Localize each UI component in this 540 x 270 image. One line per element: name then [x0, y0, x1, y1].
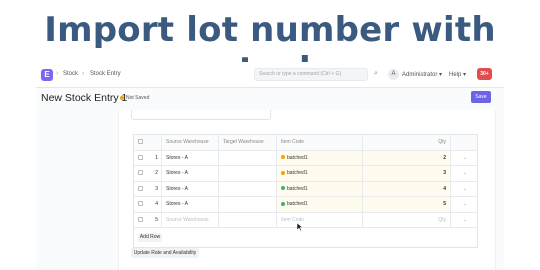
chevron-down-icon[interactable]: ⌄: [450, 212, 479, 227]
add-row-button[interactable]: Add Row: [138, 233, 162, 242]
qty-cell[interactable]: 5: [362, 197, 450, 212]
item-code-cell[interactable]: batched1: [276, 197, 362, 212]
column-target-warehouse: Target Warehouse: [218, 135, 276, 150]
select-all-checkbox[interactable]: [134, 135, 148, 150]
help-menu[interactable]: Help ▾: [449, 71, 466, 78]
status-badge: Not Saved: [120, 95, 149, 101]
row-index: 3: [155, 185, 158, 192]
qty-cell[interactable]: 4: [362, 181, 450, 196]
source-warehouse-cell[interactable]: Stores - A: [161, 197, 218, 212]
row-checkbox[interactable]: [134, 197, 148, 212]
row-checkbox[interactable]: [134, 151, 148, 166]
status-dot-icon: [281, 186, 285, 191]
breadcrumb-stock[interactable]: Stock: [63, 71, 78, 77]
target-warehouse-field[interactable]: [218, 212, 276, 227]
app-window: E › Stock › Stock Entry Search or type a…: [36, 62, 504, 270]
row-index: 1: [155, 154, 158, 161]
navbar: E › Stock › Stock Entry Search or type a…: [36, 62, 504, 88]
source-warehouse-cell[interactable]: Stores - A: [161, 150, 218, 165]
form-card: Source Warehouse Target Warehouse Item C…: [118, 110, 496, 270]
avatar[interactable]: A: [388, 69, 399, 80]
target-warehouse-cell[interactable]: [218, 197, 276, 212]
target-warehouse-cell[interactable]: [218, 181, 276, 196]
row-checkbox[interactable]: [134, 182, 148, 197]
row-index: 2: [155, 170, 158, 176]
table-footer: Add Row: [134, 228, 477, 247]
column-qty: Qty: [362, 135, 450, 150]
table-row[interactable]: 2 Stores - A batched1 3 ⌄: [134, 166, 477, 182]
qty-cell[interactable]: 2: [362, 150, 450, 165]
mouse-cursor-icon: [297, 223, 303, 231]
row-index: 5: [155, 216, 158, 223]
table-row[interactable]: 1 Stores - A batched1 2 ⌄: [134, 150, 479, 166]
page-title: New Stock Entry 1: [41, 92, 128, 104]
status-dot-icon: [281, 170, 285, 175]
update-rate-button[interactable]: Update Rate and Availability: [131, 248, 199, 258]
source-warehouse-cell[interactable]: Stores - A: [161, 166, 218, 181]
item-code-field[interactable]: Item Code: [276, 212, 362, 227]
status-dot-icon: [281, 201, 285, 206]
chevron-down-icon[interactable]: ⌄: [450, 181, 479, 196]
chevron-down-icon[interactable]: ⌄: [450, 197, 479, 212]
save-button[interactable]: Save: [471, 91, 491, 103]
form-field[interactable]: [131, 110, 271, 120]
column-source-warehouse: Source Warehouse: [161, 135, 218, 150]
chevron-right-icon: ›: [56, 70, 59, 77]
row-index: 4: [155, 201, 158, 207]
qty-cell[interactable]: 3: [362, 166, 450, 181]
table-row[interactable]: 3 Stores - A batched1 4 ⌄: [134, 181, 479, 197]
source-warehouse-field[interactable]: Source Warehouse: [161, 212, 218, 227]
search-input[interactable]: Search or type a command (Ctrl + G): [254, 68, 368, 81]
search-icon[interactable]: ⌕: [374, 70, 378, 78]
chevron-down-icon[interactable]: ⌄: [450, 150, 479, 165]
table-header: Source Warehouse Target Warehouse Item C…: [134, 135, 477, 151]
row-checkbox[interactable]: [134, 213, 148, 228]
breadcrumb-stock-entry[interactable]: Stock Entry: [90, 71, 121, 77]
column-item-code: Item Code: [276, 135, 362, 150]
chevron-down-icon[interactable]: ⌄: [450, 166, 479, 181]
item-code-cell[interactable]: batched1: [276, 181, 362, 196]
source-warehouse-cell[interactable]: Stores - A: [161, 181, 218, 196]
item-code-cell[interactable]: batched1: [276, 166, 362, 181]
row-checkbox[interactable]: [134, 166, 148, 181]
user-menu[interactable]: Administrator ▾: [402, 71, 442, 78]
status-dot-icon: [281, 155, 285, 160]
target-warehouse-cell[interactable]: [218, 166, 276, 181]
status-dot-icon: [120, 95, 124, 100]
target-warehouse-cell[interactable]: [218, 150, 276, 165]
table-row[interactable]: 4 Stores - A batched1 5 ⌄: [134, 197, 477, 213]
app-logo[interactable]: E: [41, 69, 53, 81]
qty-field[interactable]: Qty: [362, 212, 450, 227]
chevron-right-icon: ›: [82, 70, 85, 77]
notification-badge[interactable]: 30+: [477, 68, 492, 80]
table-row-empty[interactable]: 5 Source Warehouse Item Code Qty ⌄: [134, 212, 479, 228]
items-table: Source Warehouse Target Warehouse Item C…: [133, 134, 478, 248]
item-code-cell[interactable]: batched1: [276, 150, 362, 165]
